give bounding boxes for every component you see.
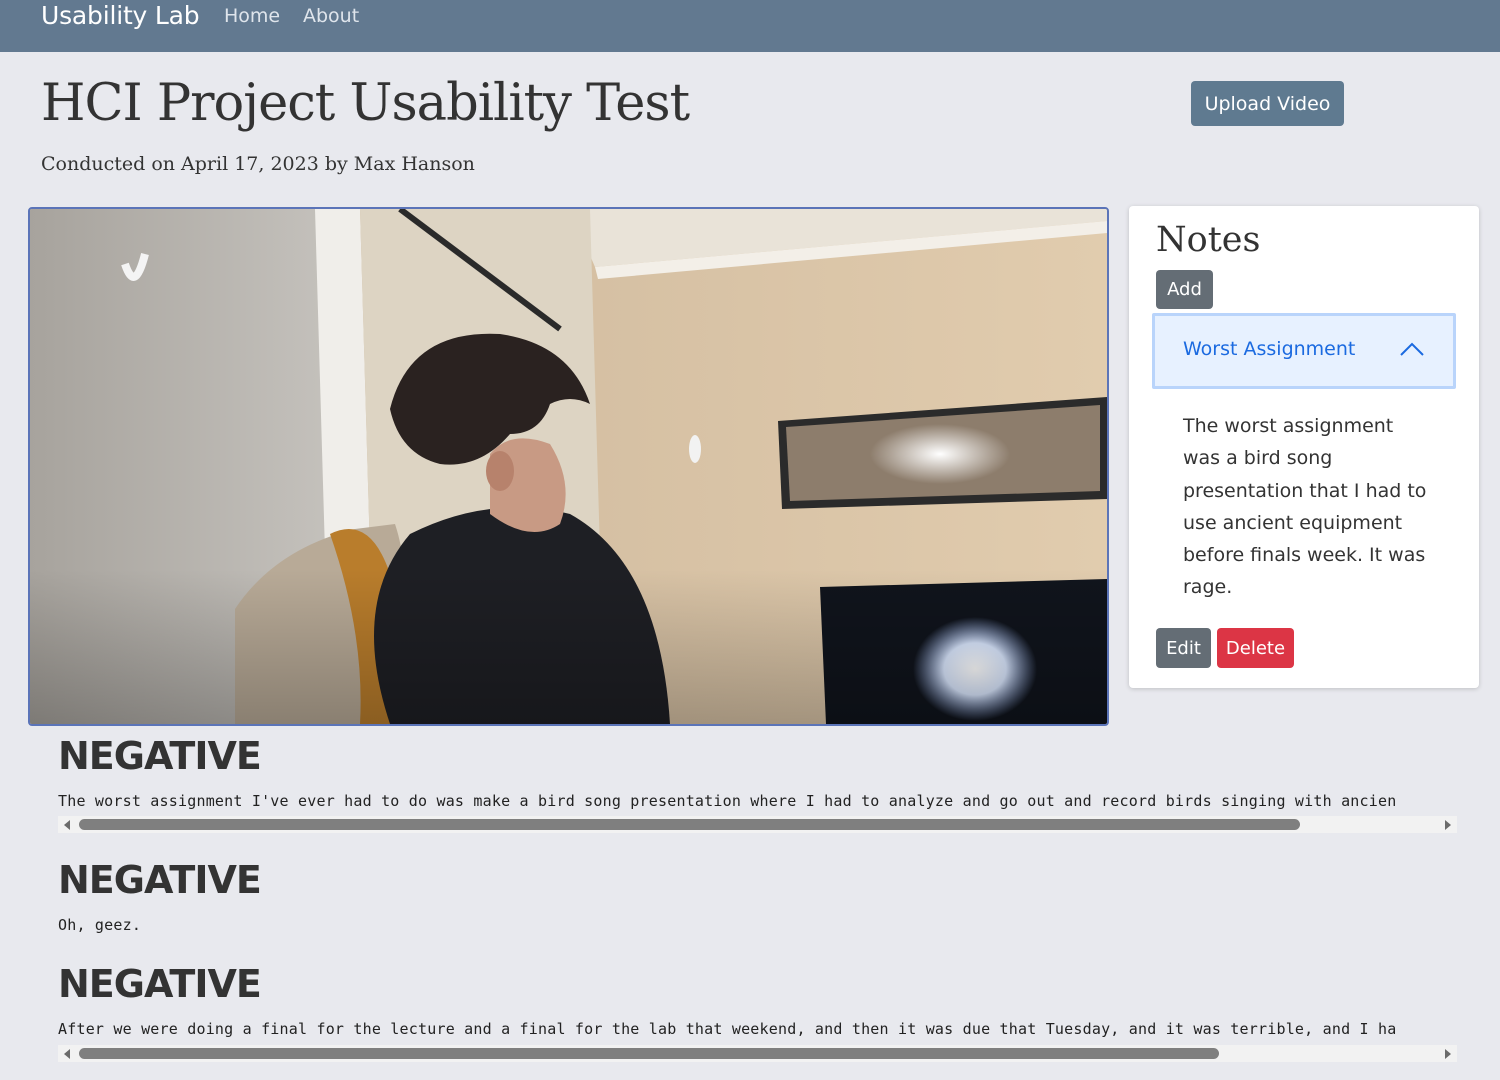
horizontal-scrollbar[interactable] (58, 816, 1457, 833)
edit-note-button[interactable]: Edit (1156, 628, 1211, 668)
scrollbar-thumb[interactable] (79, 1048, 1219, 1059)
page-subtitle: Conducted on April 17, 2023 by Max Hanso… (41, 153, 475, 175)
notes-title: Notes (1156, 220, 1261, 260)
delete-note-button[interactable]: Delete (1217, 628, 1294, 668)
accordion-header-worst-assignment[interactable]: Worst Assignment (1152, 313, 1456, 389)
sentiment-heading: NEGATIVE (58, 962, 262, 1006)
transcript-text: The worst assignment I've ever had to do… (58, 792, 1397, 810)
scrollbar-thumb[interactable] (79, 819, 1300, 830)
accordion-title: Worst Assignment (1183, 338, 1356, 360)
scroll-left-arrow-icon[interactable] (64, 1049, 70, 1059)
scroll-right-arrow-icon[interactable] (1445, 1049, 1451, 1059)
transcript-text: Oh, geez. (58, 916, 142, 934)
video-frame (30, 209, 1107, 724)
video-player[interactable] (28, 207, 1109, 726)
sentiment-heading: NEGATIVE (58, 734, 262, 778)
scroll-left-arrow-icon[interactable] (64, 820, 70, 830)
nav-link-home[interactable]: Home (224, 5, 280, 27)
transcript-text: After we were doing a final for the lect… (58, 1020, 1397, 1038)
scroll-right-arrow-icon[interactable] (1445, 820, 1451, 830)
navbar-brand[interactable]: Usability Lab (41, 1, 200, 30)
sentiment-heading: NEGATIVE (58, 858, 262, 902)
nav-link-about[interactable]: About (303, 5, 359, 27)
chevron-up-icon (1400, 342, 1424, 356)
add-note-button[interactable]: Add (1156, 270, 1213, 309)
note-body: The worst assignment was a bird song pre… (1183, 415, 1427, 599)
navbar: Usability Lab Home About (0, 0, 1500, 52)
notes-card: Notes Add Worst Assignment The worst ass… (1129, 206, 1479, 688)
upload-video-button[interactable]: Upload Video (1191, 81, 1344, 126)
horizontal-scrollbar[interactable] (58, 1045, 1457, 1062)
page-title: HCI Project Usability Test (41, 74, 690, 133)
